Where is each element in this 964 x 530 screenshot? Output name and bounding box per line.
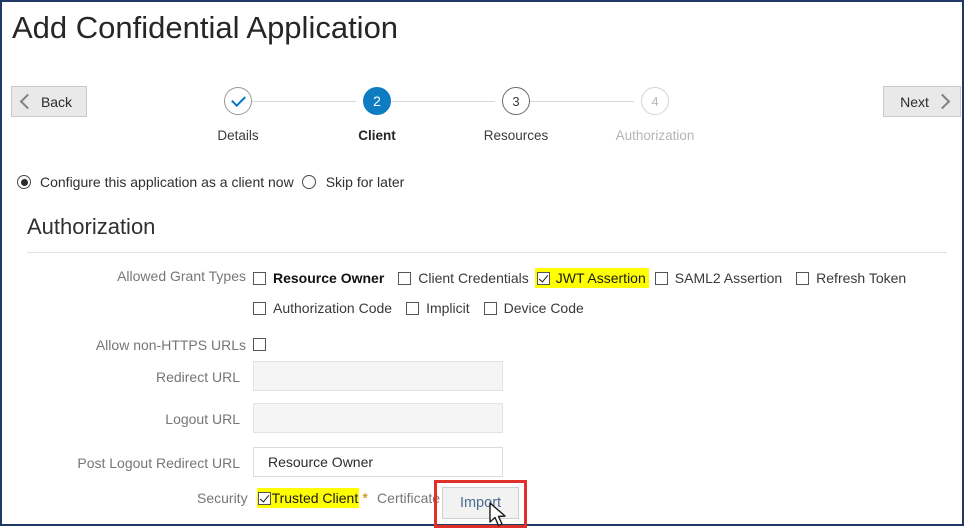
security-label: Security: [197, 490, 248, 506]
grant-type-device-code[interactable]: Device Code: [483, 300, 584, 316]
page-title: Add Confidential Application: [12, 10, 399, 45]
grant-type-jwt-assertion-checkbox[interactable]: [536, 271, 550, 285]
redirect-url-label: Redirect URL: [155, 369, 240, 385]
step-2-circle: 2: [363, 87, 391, 115]
chevron-right-icon: [934, 93, 951, 110]
radio-skip-for-later-label: Skip for later: [325, 174, 405, 190]
next-button[interactable]: Next: [883, 86, 961, 117]
allowed-grant-types-label: Allowed Grant Types: [117, 268, 246, 284]
grant-type-resource-owner[interactable]: Resource Owner: [253, 270, 384, 286]
grant-types-row-2: Authorization Code Implicit Device Code: [253, 300, 584, 316]
grant-type-implicit-label: Implicit: [426, 300, 470, 316]
redirect-url-input[interactable]: [253, 361, 503, 391]
step-2-number: 2: [373, 93, 381, 109]
step-2-label: Client: [358, 128, 396, 143]
grant-type-authorization-code[interactable]: Authorization Code: [253, 300, 392, 316]
back-button[interactable]: Back: [11, 86, 87, 117]
trusted-client-option[interactable]: Trusted Client: [256, 488, 360, 508]
grant-type-resource-owner-label: Resource Owner: [273, 270, 385, 286]
application-wizard-window: Add Confidential Application Back Next D…: [0, 0, 964, 528]
grant-types-row-1: Resource Owner Client Credentials JWT As…: [253, 268, 906, 288]
grant-type-authorization-code-checkbox[interactable]: [253, 301, 266, 315]
allow-non-https-urls-checkbox[interactable]: [253, 338, 266, 351]
step-3-label: Resources: [483, 128, 549, 143]
grant-type-client-credentials-label: Client Credentials: [418, 270, 529, 286]
grant-type-saml2-assertion-label: SAML2 Assertion: [674, 270, 783, 286]
stepper-connector-1-2: [252, 101, 356, 102]
grant-type-authorization-code-label: Authorization Code: [273, 300, 393, 316]
grant-type-client-credentials-checkbox[interactable]: [398, 271, 412, 285]
import-button[interactable]: Import: [442, 487, 519, 519]
grant-type-saml2-assertion[interactable]: SAML2 Assertion: [654, 270, 783, 286]
stepper-connector-3-4: [530, 101, 634, 102]
stepper-connector-2-3: [391, 101, 495, 102]
grant-type-implicit-checkbox[interactable]: [406, 301, 420, 315]
certificate-label: Certificate: [377, 490, 441, 506]
grant-type-jwt-assertion-label: JWT Assertion: [555, 270, 646, 286]
import-button-label: Import: [459, 495, 502, 511]
step-4-number: 4: [651, 93, 659, 109]
trusted-client-label: Trusted Client: [271, 490, 359, 506]
stepper-step-details[interactable]: Details: [178, 87, 298, 143]
back-button-label: Back: [40, 93, 73, 110]
client-mode-radio-group: Configure this application as a client n…: [17, 174, 404, 190]
step-1-circle: [224, 87, 252, 115]
chevron-left-icon: [19, 93, 36, 110]
grant-type-refresh-token[interactable]: Refresh Token: [796, 270, 906, 286]
post-logout-redirect-url-input[interactable]: [253, 447, 503, 477]
wizard-stepper: Details 2 Client 3 Resources 4 Authoriza…: [202, 87, 842, 157]
step-4-label: Authorization: [615, 128, 695, 143]
radio-configure-now-label: Configure this application as a client n…: [40, 174, 294, 190]
grant-type-client-credentials[interactable]: Client Credentials: [398, 270, 529, 286]
step-3-circle: 3: [502, 87, 530, 115]
grant-type-resource-owner-checkbox[interactable]: [253, 271, 266, 285]
section-heading: Authorization: [27, 214, 156, 239]
logout-url-input[interactable]: [253, 403, 503, 433]
grant-type-saml2-assertion-checkbox[interactable]: [654, 271, 668, 285]
step-1-label: Details: [217, 128, 259, 143]
stepper-step-authorization: 4 Authorization: [595, 87, 715, 143]
section-divider: [27, 252, 947, 253]
grant-type-refresh-token-label: Refresh Token: [816, 270, 907, 286]
logout-url-label: Logout URL: [165, 411, 240, 427]
grant-type-implicit[interactable]: Implicit: [406, 300, 470, 316]
radio-configure-now[interactable]: [17, 175, 31, 189]
grant-type-device-code-checkbox[interactable]: [483, 301, 497, 315]
radio-skip-for-later[interactable]: [301, 175, 316, 189]
step-4-circle: 4: [641, 87, 669, 115]
post-logout-redirect-url-label: Post Logout Redirect URL: [77, 455, 240, 471]
next-button-label: Next: [900, 93, 929, 110]
required-asterisk: *: [362, 489, 369, 507]
grant-type-refresh-token-checkbox[interactable]: [796, 271, 810, 285]
check-icon: [230, 92, 246, 108]
grant-type-jwt-assertion[interactable]: JWT Assertion: [534, 268, 649, 288]
security-row: Security Trusted Client * Certificate: [197, 488, 440, 508]
trusted-client-checkbox[interactable]: [257, 491, 271, 505]
stepper-step-client[interactable]: 2 Client: [317, 87, 437, 143]
allow-non-https-urls-label: Allow non-HTTPS URLs: [95, 337, 246, 353]
stepper-step-resources[interactable]: 3 Resources: [456, 87, 576, 143]
grant-type-device-code-label: Device Code: [503, 300, 584, 316]
step-3-number: 3: [512, 93, 520, 109]
